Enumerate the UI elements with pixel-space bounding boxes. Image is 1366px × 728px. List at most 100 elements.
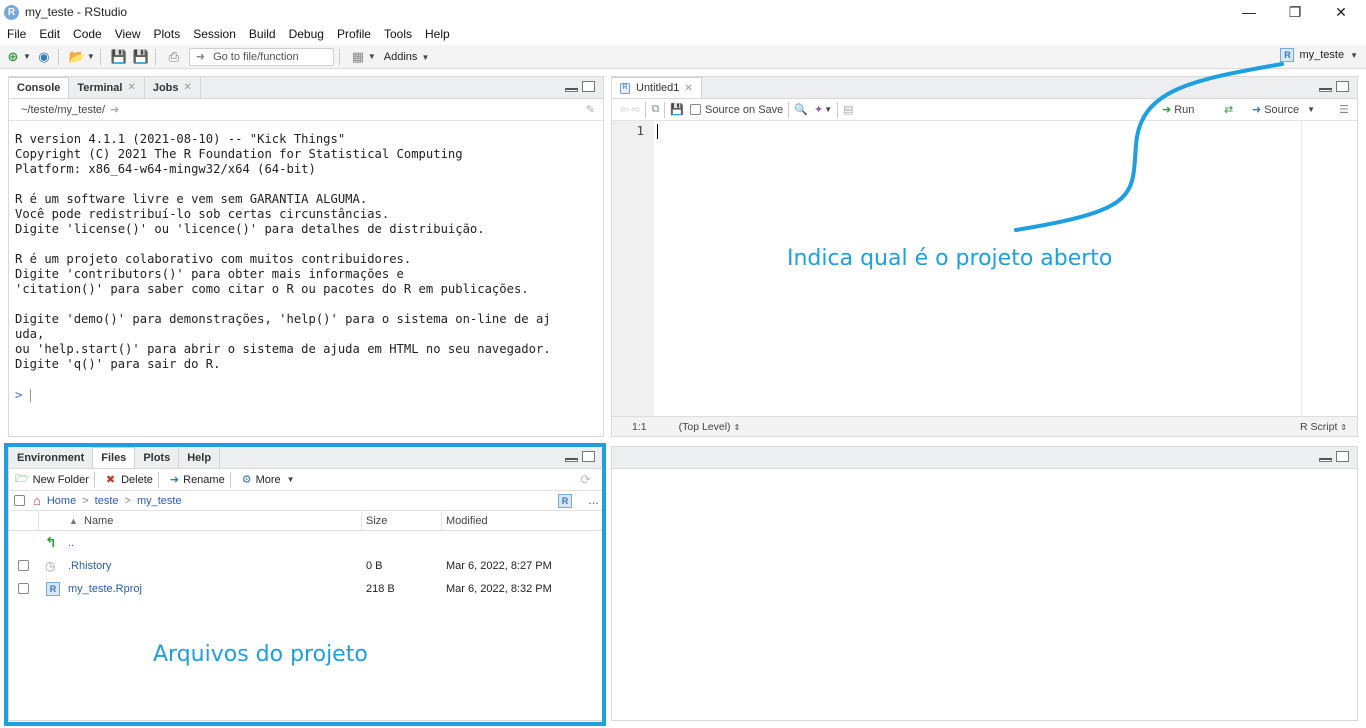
minimize-pane-icon[interactable]	[565, 458, 578, 462]
chevron-down-icon[interactable]: ▼	[824, 105, 832, 114]
save-icon[interactable]: 💾	[110, 48, 128, 66]
console-line: uda,	[15, 327, 45, 341]
new-folder-button[interactable]: 🗁 New Folder	[15, 470, 89, 489]
menu-file[interactable]: File	[0, 27, 32, 41]
forward-icon[interactable]: ⇨	[631, 103, 640, 116]
tab-console[interactable]: Console	[9, 77, 70, 98]
code-tools-icon[interactable]: ✦	[814, 103, 823, 116]
new-file-icon[interactable]: ⊕	[4, 48, 22, 66]
tab-untitled1[interactable]: R Untitled1 ✕	[612, 77, 702, 98]
save-icon[interactable]: 💾	[670, 103, 684, 116]
select-all-checkbox[interactable]	[14, 495, 25, 506]
compile-report-icon[interactable]: ▤	[843, 103, 853, 116]
working-directory[interactable]: ~/teste/my_teste/	[21, 104, 105, 116]
menu-view[interactable]: View	[108, 27, 147, 41]
maximize-pane-icon[interactable]	[1336, 451, 1349, 462]
menu-help[interactable]: Help	[418, 27, 456, 41]
file-modified: Mar 6, 2022, 8:27 PM	[446, 559, 552, 572]
go-to-file-input[interactable]: ➜ Go to file/function	[188, 47, 334, 66]
tab-terminal[interactable]: Terminal ✕	[69, 77, 145, 98]
home-icon[interactable]: ⌂	[33, 493, 41, 508]
menu-tools[interactable]: Tools	[377, 27, 418, 41]
column-modified[interactable]: Modified	[446, 515, 488, 527]
open-file-icon[interactable]: 📂	[68, 48, 86, 66]
parent-directory-link[interactable]: ..	[68, 537, 74, 549]
close-tab-icon[interactable]: ✕	[127, 82, 135, 93]
menu-build[interactable]: Build	[242, 27, 282, 41]
menu-profile[interactable]: Profile	[330, 27, 377, 41]
tab-plots[interactable]: Plots	[135, 447, 180, 468]
close-icon[interactable]: ✕	[1318, 0, 1364, 24]
more-path-icon[interactable]: …	[588, 495, 599, 507]
menu-session[interactable]: Session	[186, 27, 242, 41]
go-to-project-dir-icon[interactable]: R	[558, 493, 572, 508]
breadcrumb-my-teste[interactable]: my_teste	[137, 495, 182, 507]
file-name[interactable]: my_teste.Rproj	[68, 583, 142, 595]
tab-jobs[interactable]: Jobs ✕	[145, 77, 201, 98]
project-menu-button[interactable]: R my_teste ▼	[1280, 48, 1358, 62]
breadcrumb-teste[interactable]: teste	[95, 495, 119, 507]
file-type-selector[interactable]: R Script ⇕	[1300, 421, 1347, 433]
go-to-arrow-icon: ➜	[195, 51, 206, 63]
pane-layout-icon[interactable]: ▦	[349, 48, 367, 66]
updown-icon: ⇕	[1340, 422, 1347, 432]
run-button[interactable]: ➜ Run	[1162, 103, 1194, 117]
clear-console-icon[interactable]: ✎	[586, 103, 595, 116]
search-icon[interactable]: 🔍	[794, 103, 808, 116]
new-project-icon[interactable]: ◉	[35, 48, 53, 66]
close-tab-icon[interactable]: ✕	[184, 82, 192, 93]
table-row[interactable]: R my_teste.Rproj 218 B Mar 6, 2022, 8:32…	[9, 577, 603, 600]
save-all-icon[interactable]: 💾	[132, 48, 150, 66]
delete-button[interactable]: ✖ Delete	[106, 473, 153, 487]
source-button[interactable]: ➜ Source ▼	[1252, 103, 1315, 117]
menu-plots[interactable]: Plots	[147, 27, 187, 41]
row-checkbox[interactable]	[18, 560, 29, 571]
chevron-down-icon[interactable]: ▼	[87, 52, 95, 61]
source-on-save-checkbox[interactable]	[690, 104, 701, 115]
addins-button[interactable]: Addins ▼	[384, 51, 430, 63]
file-name[interactable]: .Rhistory	[68, 560, 111, 572]
refresh-icon[interactable]: ⟳	[580, 472, 591, 488]
menu-code[interactable]: Code	[66, 27, 108, 41]
minimize-pane-icon[interactable]	[565, 88, 578, 92]
console-cursor	[30, 389, 32, 402]
table-row[interactable]: ◷ .Rhistory 0 B Mar 6, 2022, 8:27 PM	[9, 554, 603, 577]
maximize-icon[interactable]: ❐	[1272, 0, 1318, 24]
outline-icon[interactable]: ☰	[1339, 103, 1349, 116]
file-modified: Mar 6, 2022, 8:32 PM	[446, 582, 552, 595]
show-in-window-icon[interactable]: ⧉	[651, 103, 659, 116]
breadcrumb-separator: >	[124, 494, 131, 507]
rename-button[interactable]: ➜ Rename	[170, 473, 225, 487]
rename-label: Rename	[183, 473, 225, 486]
parent-directory-row[interactable]: ↰ ..	[9, 531, 603, 554]
toolbar-divider	[157, 471, 159, 488]
scope-selector[interactable]: (Top Level) ⇕	[679, 421, 741, 433]
back-icon[interactable]: ⇦	[620, 103, 629, 116]
console-line: Digite 'demo()' para demonstrações, 'hel…	[15, 312, 551, 326]
column-size[interactable]: Size	[366, 515, 387, 527]
minimize-pane-icon[interactable]	[1319, 88, 1332, 92]
rerun-icon[interactable]: ⇄	[1224, 103, 1233, 116]
close-tab-icon[interactable]: ✕	[684, 83, 692, 94]
maximize-pane-icon[interactable]	[582, 451, 595, 462]
chevron-down-icon[interactable]: ▼	[368, 52, 376, 61]
row-checkbox[interactable]	[18, 583, 29, 594]
print-icon[interactable]: ⎙	[165, 48, 183, 66]
maximize-pane-icon[interactable]	[1336, 81, 1349, 92]
more-button[interactable]: ⚙ More ▼	[242, 473, 295, 487]
menu-debug[interactable]: Debug	[282, 27, 330, 41]
minimize-icon[interactable]: —	[1226, 0, 1272, 24]
tab-files[interactable]: Files	[93, 447, 136, 468]
breadcrumb-home[interactable]: Home	[47, 495, 76, 507]
maximize-pane-icon[interactable]	[582, 81, 595, 92]
tab-help[interactable]: Help	[179, 447, 221, 468]
column-divider	[361, 511, 362, 530]
menu-edit[interactable]: Edit	[32, 27, 66, 41]
tab-environment[interactable]: Environment	[9, 447, 94, 468]
column-name[interactable]: Name	[84, 515, 113, 527]
tab-label: Jobs	[152, 81, 179, 94]
go-to-directory-icon[interactable]: ➜	[110, 103, 119, 116]
minimize-pane-icon[interactable]	[1319, 458, 1332, 462]
chevron-down-icon[interactable]: ▼	[23, 52, 31, 61]
console-prompt[interactable]: >	[9, 372, 603, 402]
